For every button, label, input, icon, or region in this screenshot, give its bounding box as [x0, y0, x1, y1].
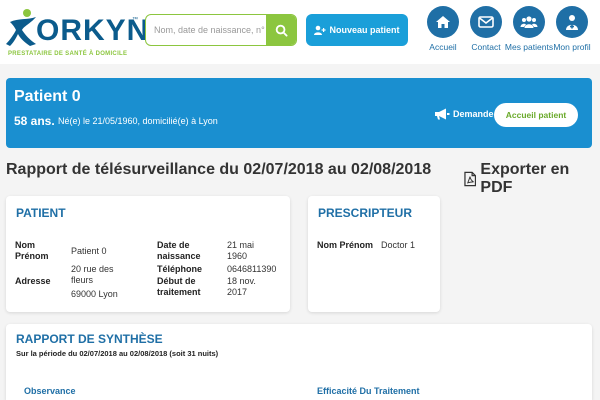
prescripteur-card: PRESCRIPTEUR Nom Prénom Doctor 1: [308, 196, 440, 312]
users-icon-circle: [513, 6, 545, 38]
pdf-file-icon: [464, 171, 477, 187]
synthese-card: RAPPORT DE SYNTHÈSE Sur la période du 02…: [6, 324, 592, 400]
mail-icon: [478, 16, 494, 28]
patient-naissance-value: 21 mai 1960: [227, 240, 255, 261]
patient-nom-value: Patient 0: [71, 246, 107, 256]
search-button[interactable]: [266, 15, 296, 45]
nav-label-mon-profil: Mon profil: [553, 42, 591, 52]
new-patient-button[interactable]: Nouveau patient: [306, 14, 408, 46]
synthese-period: Sur la période du 02/07/2018 au 02/08/20…: [16, 349, 219, 358]
orkyn-logo[interactable]: ORKYN ™ PRESTATAIRE DE SANTÉ À DOMICILE: [6, 8, 148, 57]
patient-name: Patient 0: [14, 88, 81, 105]
megaphone-icon: [435, 108, 450, 120]
users-icon: [520, 16, 538, 28]
add-user-icon: [314, 25, 327, 35]
demande-button[interactable]: Demande: [434, 108, 494, 120]
search-input[interactable]: [146, 15, 266, 45]
top-bar: ORKYN ™ PRESTATAIRE DE SANTÉ À DOMICILE …: [0, 0, 600, 64]
prescripteur-card-title: PRESCRIPTEUR: [318, 206, 413, 220]
export-pdf-label: Exporter en PDF: [480, 161, 570, 196]
prescripteur-nom-label: Nom Prénom: [317, 240, 374, 250]
new-patient-label: Nouveau patient: [329, 25, 400, 35]
search-icon: [275, 24, 288, 37]
patient-debut-value: 18 nov. 2017: [227, 276, 256, 297]
report-title: Rapport de télésurveillance du 02/07/201…: [6, 161, 432, 178]
home-icon-circle: [427, 6, 459, 38]
patient-info: Né(e) le 21/05/1960, domicilié(e) à Lyon: [58, 116, 218, 126]
logo-figure-icon: [6, 9, 36, 46]
doctor-icon: [566, 14, 578, 30]
export-pdf-button[interactable]: Exporter en PDF: [464, 161, 600, 197]
patient-age: 58 ans.: [14, 114, 55, 128]
patient-nom-label: Nom Prénom: [15, 240, 49, 261]
patient-debut-label: Début de traitement: [157, 276, 201, 297]
home-icon: [436, 16, 450, 28]
logo-tagline: PRESTATAIRE DE SANTÉ À DOMICILE: [8, 51, 128, 57]
accueil-patient-button[interactable]: Accueil patient: [494, 103, 578, 127]
patient-card-title: PATIENT: [16, 206, 66, 220]
patient-naissance-label: Date de naissance: [157, 240, 201, 261]
patient-card: PATIENT Nom Prénom Patient 0 Adresse 20 …: [6, 196, 290, 312]
demande-label: Demande: [453, 109, 494, 119]
patient-banner: Patient 0 58 ans. Né(e) le 21/05/1960, d…: [6, 78, 592, 148]
logo-trademark: ™: [132, 17, 138, 23]
prescripteur-nom-value: Doctor 1: [381, 240, 416, 250]
search-box: [145, 14, 297, 46]
patient-adresse-line2: 69000 Lyon: [71, 289, 118, 299]
patient-adresse-line1: 20 rue des fleurs: [71, 264, 114, 285]
mail-icon-circle: [470, 6, 502, 38]
efficacite-heading: Efficacité Du Traitement: [317, 386, 420, 396]
observance-heading: Observance: [24, 386, 76, 396]
nav-mon-profil[interactable]: Mon profil: [547, 6, 597, 58]
synthese-card-title: RAPPORT DE SYNTHÈSE: [16, 332, 163, 346]
patient-telephone-label: Téléphone: [157, 264, 203, 274]
patient-adresse-label: Adresse: [15, 276, 51, 286]
doctor-icon-circle: [556, 6, 588, 38]
patient-telephone-value: 0646811390: [227, 264, 277, 274]
